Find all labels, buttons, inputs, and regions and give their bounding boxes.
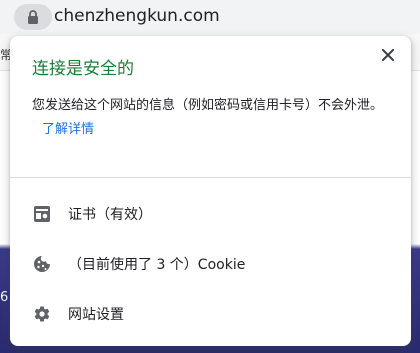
close-icon	[382, 49, 394, 61]
address-bar[interactable]: chenzhengkun.com	[0, 0, 420, 34]
background-text: 6	[0, 290, 9, 305]
cookies-row[interactable]: （目前使用了 3 个）Cookie	[10, 242, 411, 286]
close-button[interactable]	[377, 44, 399, 66]
cookie-icon	[32, 254, 52, 274]
certificate-row[interactable]: 证书（有效）	[10, 192, 411, 236]
gear-icon	[32, 304, 52, 324]
learn-more-link[interactable]: 了解详情	[42, 122, 94, 137]
description-text: 您发送给这个网站的信息（例如密码或信用卡号）不会外泄。	[32, 98, 384, 113]
certificate-label: 证书（有效）	[68, 207, 152, 223]
cookies-label: （目前使用了 3 个）Cookie	[68, 257, 246, 273]
connection-status-title: 连接是安全的	[32, 59, 134, 79]
certificate-icon	[32, 204, 52, 224]
url-text[interactable]: chenzhengkun.com	[54, 5, 220, 27]
site-info-button[interactable]	[14, 4, 52, 30]
divider	[10, 177, 411, 178]
lock-icon	[27, 10, 39, 24]
connection-description: 您发送给这个网站的信息（例如密码或信用卡号）不会外泄。了解详情	[32, 94, 392, 142]
site-settings-row[interactable]: 网站设置	[10, 292, 411, 336]
site-settings-label: 网站设置	[68, 307, 124, 323]
page-info-popup: 连接是安全的 您发送给这个网站的信息（例如密码或信用卡号）不会外泄。了解详情 证…	[10, 36, 411, 346]
